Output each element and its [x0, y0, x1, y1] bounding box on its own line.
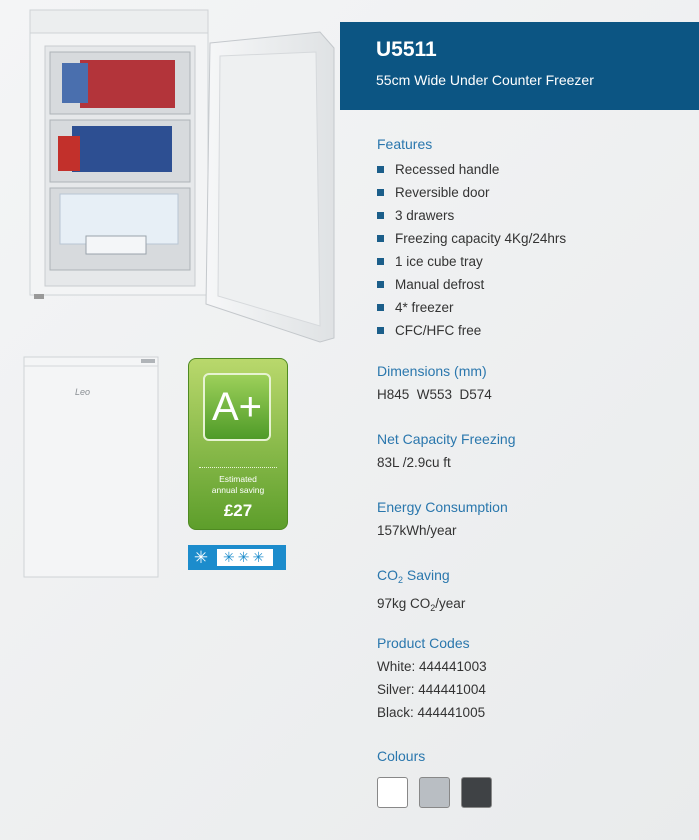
list-item: Reversible door	[377, 181, 566, 204]
colour-swatch-silver	[419, 777, 450, 808]
energy-rating: A+	[211, 384, 263, 429]
energy-heading: Energy Consumption	[377, 499, 508, 515]
product-code-black: Black: 444441005	[377, 705, 486, 720]
product-code-white: White: 444441003	[377, 659, 487, 674]
dimensions-heading: Dimensions (mm)	[377, 363, 487, 379]
bullet-icon	[377, 258, 384, 265]
colour-swatch-black	[461, 777, 492, 808]
list-item: 1 ice cube tray	[377, 250, 566, 273]
bullet-icon	[377, 281, 384, 288]
co2-value: 97kg CO2/year	[377, 596, 466, 613]
freezer-closed-image: Leo	[23, 356, 159, 578]
badge-divider	[199, 467, 277, 468]
list-item: 4* freezer	[377, 296, 566, 319]
colour-swatch-white	[377, 777, 408, 808]
dimensions-section: Dimensions (mm) H845 W553 D574	[377, 360, 492, 406]
product-subtitle: 55cm Wide Under Counter Freezer	[376, 72, 594, 88]
freezer-star-rating-icon: ✳ ✳✳✳	[188, 545, 286, 570]
energy-section: Energy Consumption 157kWh/year	[377, 496, 508, 542]
bullet-icon	[377, 327, 384, 334]
product-codes-section: Product Codes White: 444441003 Silver: 4…	[377, 632, 487, 724]
bullet-icon	[377, 235, 384, 242]
bullet-icon	[377, 304, 384, 311]
list-item: Recessed handle	[377, 158, 566, 181]
co2-section: CO2 Saving 97kg CO2/year	[377, 564, 465, 620]
colours-heading: Colours	[377, 748, 426, 764]
list-item: CFC/HFC free	[377, 319, 566, 342]
energy-rating-badge: A+ Estimated annual saving £27	[188, 358, 288, 530]
energy-rating-box: A+	[203, 373, 271, 441]
capacity-section: Net Capacity Freezing 83L /2.9cu ft	[377, 428, 516, 474]
product-codes-heading: Product Codes	[377, 635, 470, 651]
features-section: Features Recessed handle Reversible door…	[377, 133, 566, 342]
list-item: 3 drawers	[377, 204, 566, 227]
badge-label: Estimated annual saving	[211, 474, 265, 495]
annual-saving-amount: £27	[223, 501, 253, 520]
brand-mark: Leo	[75, 387, 90, 397]
features-list: Recessed handle Reversible door 3 drawer…	[377, 158, 566, 342]
product-code-silver: Silver: 444441004	[377, 682, 486, 697]
capacity-heading: Net Capacity Freezing	[377, 431, 516, 447]
bullet-icon	[377, 166, 384, 173]
energy-value: 157kWh/year	[377, 523, 457, 538]
colours-section: Colours	[377, 745, 492, 808]
list-item: Freezing capacity 4Kg/24hrs	[377, 227, 566, 250]
bullet-icon	[377, 212, 384, 219]
capacity-value: 83L /2.9cu ft	[377, 455, 451, 470]
bullet-icon	[377, 189, 384, 196]
co2-heading: CO2 Saving	[377, 567, 450, 585]
model-number: U5511	[376, 38, 437, 61]
dimensions-value: H845 W553 D574	[377, 387, 492, 402]
list-item: Manual defrost	[377, 273, 566, 296]
freezer-open-image	[29, 9, 335, 343]
features-heading: Features	[377, 136, 433, 152]
title-band	[340, 22, 699, 110]
colour-swatches	[377, 777, 492, 808]
